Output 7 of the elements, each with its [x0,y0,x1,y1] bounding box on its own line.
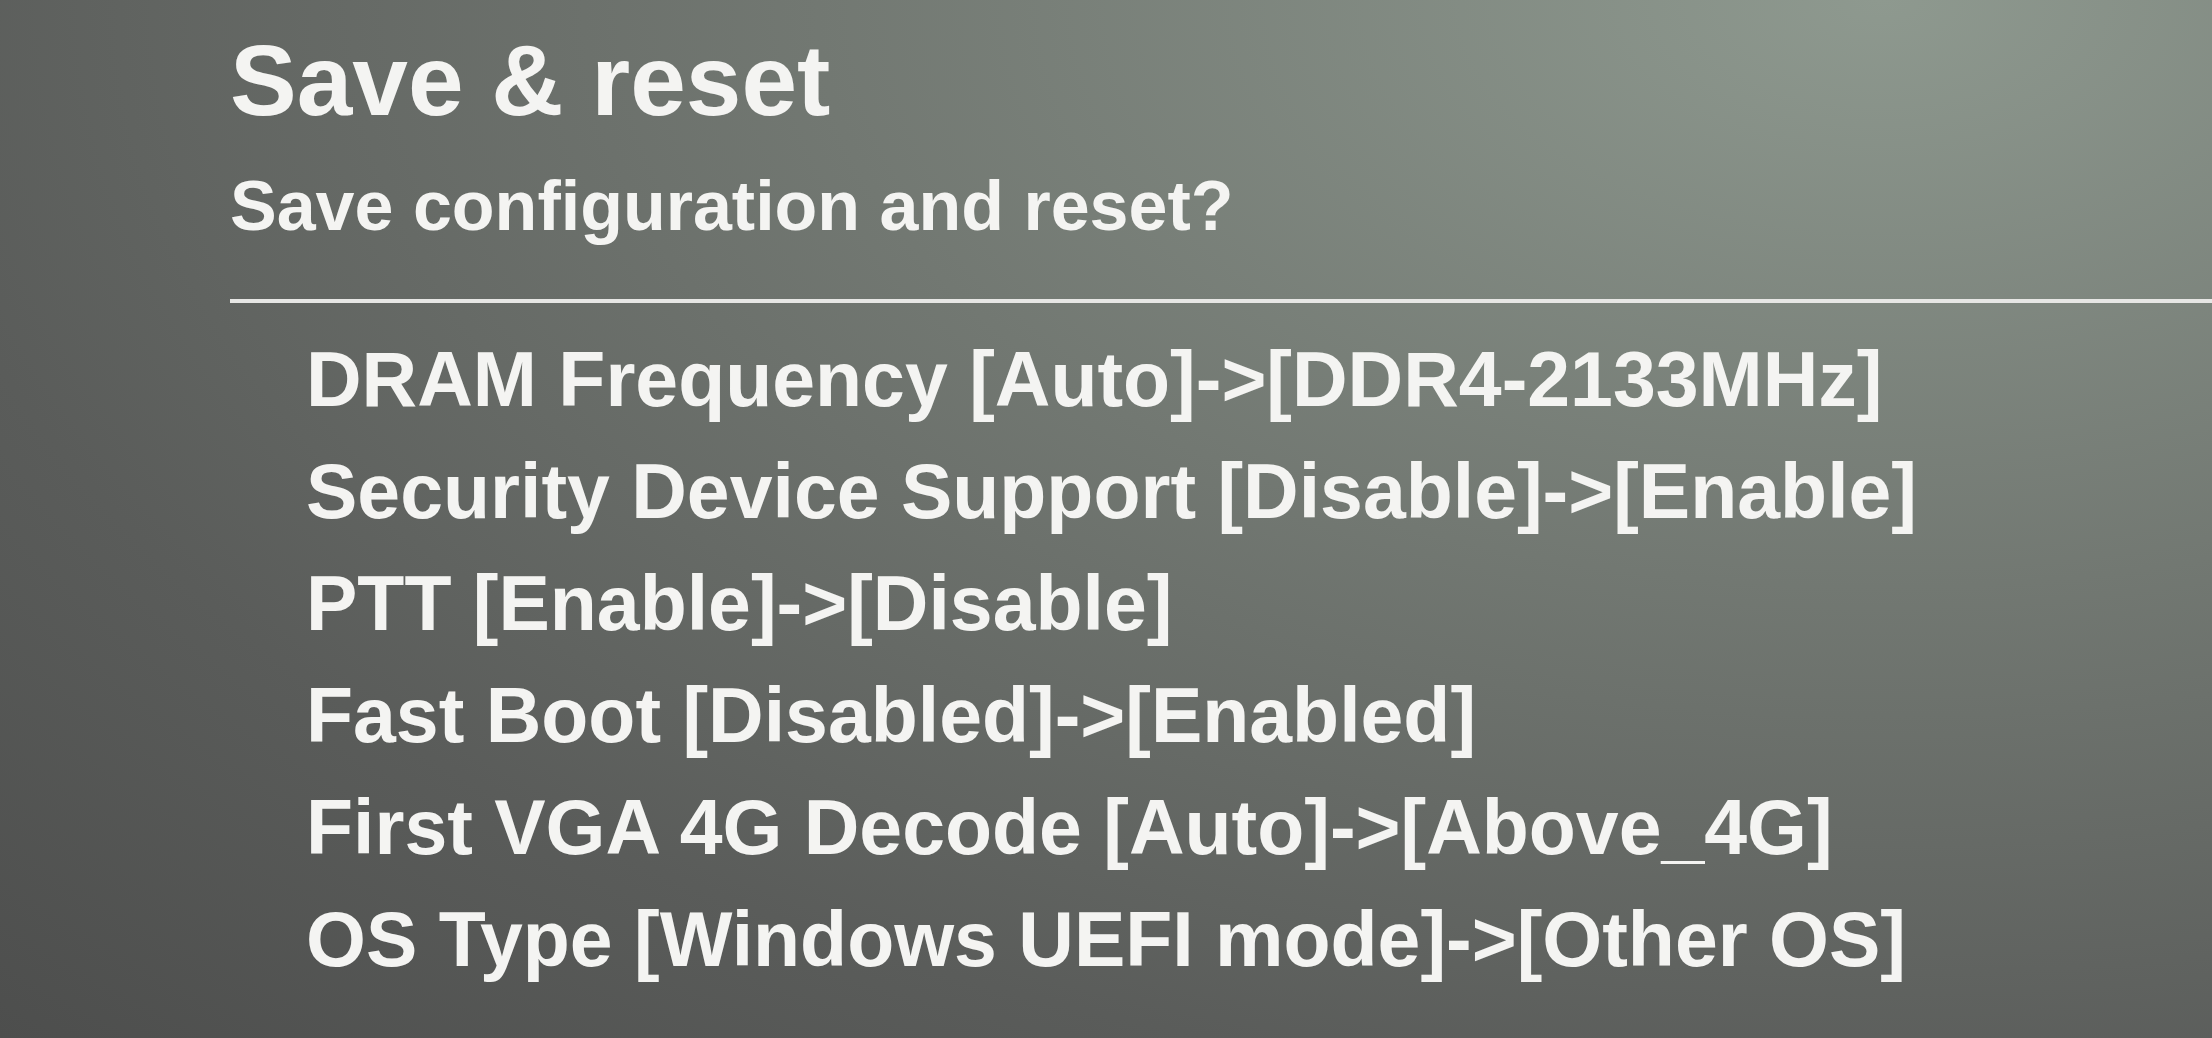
setting-change: DRAM Frequency [Auto]->[DDR4-2133MHz] [306,335,1883,424]
setting-change: OS Type [Windows UEFI mode]->[Other OS] [306,895,1906,984]
dialog-title: Save & reset [230,30,831,130]
setting-change: Security Device Support [Disable]->[Enable] [306,447,1917,536]
setting-change: Fast Boot [Disabled]->[Enabled] [306,671,1477,760]
setting-change: PTT [Enable]->[Disable] [306,559,1173,648]
setting-change: First VGA 4G Decode [Auto]->[Above_4G] [306,783,1833,872]
